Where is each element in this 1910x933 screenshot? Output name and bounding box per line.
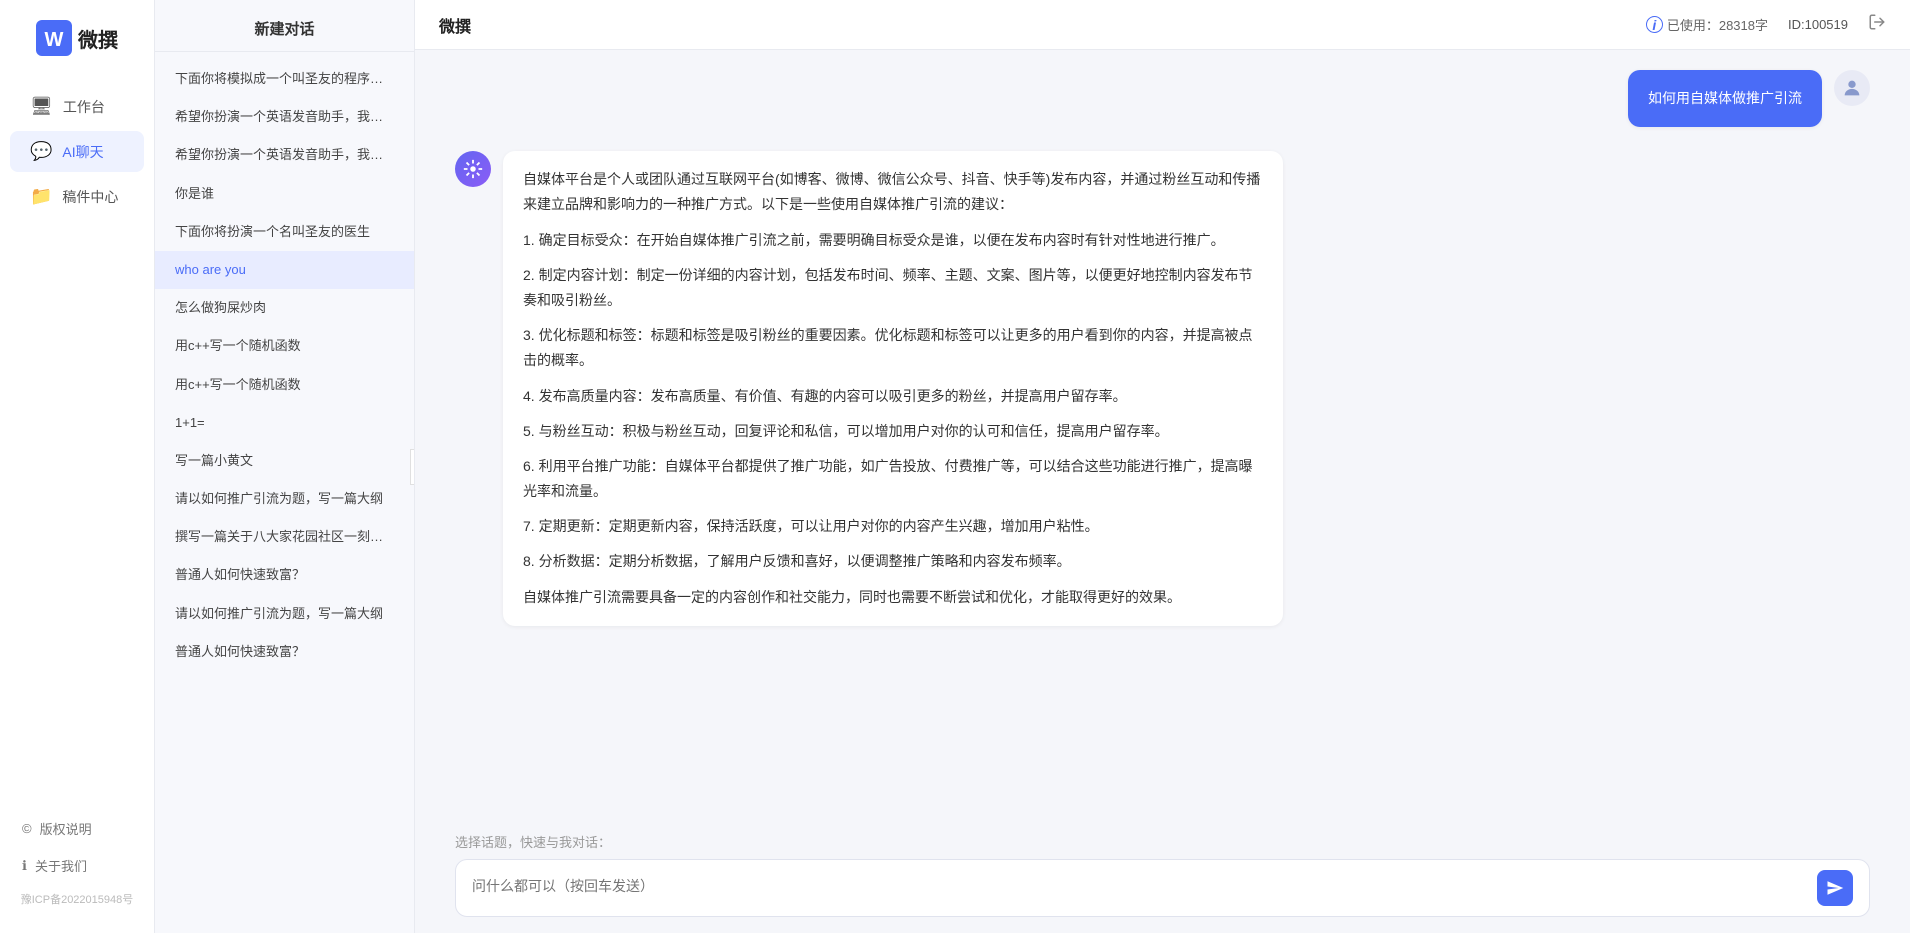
- user-avatar: [1834, 70, 1870, 106]
- conv-panel-header[interactable]: 新建对话: [155, 0, 414, 52]
- mailcenter-icon: 📁: [30, 186, 52, 207]
- list-item[interactable]: 普通人如何快速致富？: [155, 556, 414, 594]
- ai-avatar: [455, 151, 491, 187]
- icp-text: 豫ICP备2022015948号: [10, 885, 144, 913]
- list-item[interactable]: 普通人如何快速致富？: [155, 633, 414, 671]
- list-item[interactable]: 怎么做狗屎炒肉: [155, 289, 414, 327]
- list-item[interactable]: 用c++写一个随机函数: [155, 327, 414, 365]
- copyright-label: 版权说明: [40, 819, 92, 838]
- copyright-icon: ©: [22, 821, 32, 836]
- topbar: 微撰 i 已使用：28318字 ID:100519: [415, 0, 1910, 50]
- sidebar-item-copyright[interactable]: © 版权说明: [10, 811, 144, 846]
- sidebar-item-label: 稿件中心: [62, 187, 118, 207]
- send-button[interactable]: [1817, 870, 1853, 906]
- ai-message-row: 自媒体平台是个人或团队通过互联网平台(如博客、微博、微信公众号、抖音、快手等)发…: [455, 151, 1870, 626]
- quick-topics-label: 选择话题，快速与我对话：: [455, 832, 1870, 851]
- input-box: [455, 859, 1870, 917]
- sidebar-bottom: © 版权说明 ℹ 关于我们 豫ICP备2022015948号: [0, 801, 154, 923]
- info-icon: i: [1646, 16, 1663, 33]
- list-item[interactable]: 下面你将模拟成一个叫圣友的程序员，我说...: [155, 60, 414, 98]
- logo-text: 微撰: [78, 24, 118, 53]
- list-item[interactable]: 用c++写一个随机函数: [155, 366, 414, 404]
- collapse-button[interactable]: ◀: [410, 449, 415, 485]
- ai-para-6: 5. 与粉丝互动：积极与粉丝互动，回复评论和私信，可以增加用户对你的认可和信任，…: [523, 419, 1263, 444]
- list-item[interactable]: 希望你扮演一个英语发音助手，我提供给你...: [155, 98, 414, 136]
- aichat-icon: 💬: [30, 141, 52, 162]
- workbench-icon: 🖥: [30, 96, 53, 117]
- topbar-title: 微撰: [439, 13, 471, 37]
- ai-para-7: 6. 利用平台推广功能：自媒体平台都提供了推广功能，如广告投放、付费推广等，可以…: [523, 454, 1263, 504]
- conv-list: 下面你将模拟成一个叫圣友的程序员，我说... 希望你扮演一个英语发音助手，我提供…: [155, 52, 414, 933]
- list-item[interactable]: 请以如何推广引流为题，写一篇大纲: [155, 595, 414, 633]
- ai-para-5: 4. 发布高质量内容：发布高质量、有价值、有趣的内容可以吸引更多的粉丝，并提高用…: [523, 384, 1263, 409]
- user-message-bubble: 如何用自媒体做推广引流: [1628, 70, 1822, 127]
- about-label: 关于我们: [35, 856, 87, 875]
- topbar-id: ID:100519: [1788, 17, 1848, 32]
- ai-para-4: 3. 优化标题和标签：标题和标签是吸引粉丝的重要因素。优化标题和标签可以让更多的…: [523, 323, 1263, 373]
- sidebar-item-label: AI聊天: [62, 142, 103, 162]
- list-item[interactable]: 希望你扮演一个英语发音助手，我提供给你...: [155, 136, 414, 174]
- sidebar-item-workbench[interactable]: 🖥 工作台: [10, 86, 144, 127]
- ai-para-2: 1. 确定目标受众：在开始自媒体推广引流之前，需要明确目标受众是谁，以便在发布内…: [523, 228, 1263, 253]
- list-item[interactable]: 请以如何推广引流为题，写一篇大纲: [155, 480, 414, 518]
- list-item[interactable]: 下面你将扮演一个名叫圣友的医生: [155, 213, 414, 251]
- logo-icon: W: [36, 20, 72, 56]
- list-item[interactable]: 你是谁: [155, 175, 414, 213]
- main-area: 微撰 i 已使用：28318字 ID:100519: [415, 0, 1910, 933]
- nav-items: 🖥 工作台 💬 AI聊天 📁 稿件中心: [0, 86, 154, 801]
- logout-icon[interactable]: [1868, 13, 1886, 36]
- bottom-area: 选择话题，快速与我对话：: [415, 822, 1910, 933]
- sidebar-item-label: 工作台: [63, 97, 105, 117]
- list-item[interactable]: 写一篇小黄文: [155, 442, 414, 480]
- chat-content: 如何用自媒体做推广引流 自媒体平台是个人或团队通过互联网平台(如博客、微博、微信…: [415, 50, 1910, 822]
- list-item-active[interactable]: who are you: [155, 251, 414, 289]
- svg-text:W: W: [45, 29, 64, 51]
- about-icon: ℹ: [22, 858, 27, 874]
- topbar-usage: i 已使用：28318字: [1646, 15, 1768, 34]
- ai-para-10: 自媒体推广引流需要具备一定的内容创作和社交能力，同时也需要不断尝试和优化，才能取…: [523, 585, 1263, 610]
- logo-area: W 微撰: [36, 20, 118, 56]
- sidebar-item-about[interactable]: ℹ 关于我们: [10, 848, 144, 883]
- ai-para-9: 8. 分析数据：定期分析数据，了解用户反馈和喜好，以便调整推广策略和内容发布频率…: [523, 549, 1263, 574]
- usage-text: 已使用：28318字: [1667, 15, 1768, 34]
- send-icon: [1826, 879, 1844, 897]
- sidebar-item-mailcenter[interactable]: 📁 稿件中心: [10, 176, 144, 217]
- conv-panel: 新建对话 下面你将模拟成一个叫圣友的程序员，我说... 希望你扮演一个英语发音助…: [155, 0, 415, 933]
- list-item[interactable]: 撰写一篇关于八大家花园社区一刻钟便民生...: [155, 518, 414, 556]
- ai-para-8: 7. 定期更新：定期更新内容，保持活跃度，可以让用户对你的内容产生兴趣，增加用户…: [523, 514, 1263, 539]
- chat-input[interactable]: [472, 876, 1807, 900]
- user-message-row: 如何用自媒体做推广引流: [455, 70, 1870, 127]
- ai-para-1: 自媒体平台是个人或团队通过互联网平台(如博客、微博、微信公众号、抖音、快手等)发…: [523, 167, 1263, 217]
- ai-para-3: 2. 制定内容计划：制定一份详细的内容计划，包括发布时间、频率、主题、文案、图片…: [523, 263, 1263, 313]
- sidebar-item-aichat[interactable]: 💬 AI聊天: [10, 131, 144, 172]
- sidebar: W 微撰 🖥 工作台 💬 AI聊天 📁 稿件中心 © 版权说明 ℹ 关于我们 豫…: [0, 0, 155, 933]
- list-item[interactable]: 1+1=: [155, 404, 414, 442]
- topbar-right: i 已使用：28318字 ID:100519: [1646, 13, 1886, 36]
- ai-message-bubble: 自媒体平台是个人或团队通过互联网平台(如博客、微博、微信公众号、抖音、快手等)发…: [503, 151, 1283, 626]
